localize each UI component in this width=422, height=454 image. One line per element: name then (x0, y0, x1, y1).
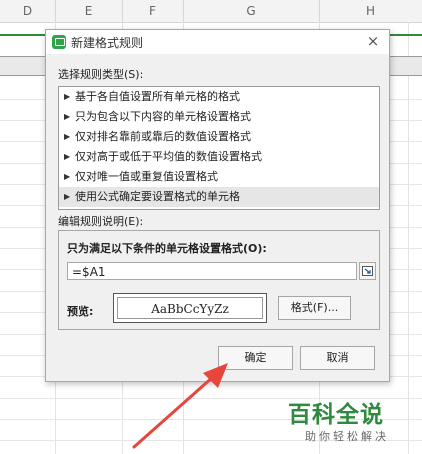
watermark-subtitle: 助你轻松解决 (305, 430, 389, 443)
watermark-title: 百科全说 (288, 402, 384, 428)
annotation-arrow (132, 363, 228, 449)
